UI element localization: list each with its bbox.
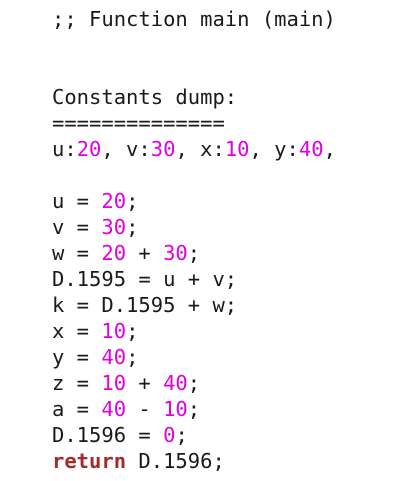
numeric-literal: 40: [101, 397, 127, 421]
code-line: D.1595 = u + v;: [52, 266, 336, 292]
code-token: w =: [52, 241, 102, 265]
code-token: +: [126, 241, 164, 265]
numeric-literal: 40: [298, 137, 324, 161]
code-line: return D.1596;: [52, 448, 336, 474]
numeric-literal: 40: [101, 345, 127, 369]
code-token: ;: [187, 241, 201, 265]
code-line: u = 20;: [52, 188, 336, 214]
code-line: a = 40 - 10;: [52, 396, 336, 422]
code-token: ;: [175, 423, 188, 447]
code-token: ;: [126, 215, 139, 239]
code-line: v = 30;: [52, 214, 336, 240]
code-token: y =: [52, 345, 102, 369]
code-token: +: [126, 371, 164, 395]
code-token: ,: [323, 137, 336, 161]
code-line: x = 10;: [52, 318, 336, 344]
code-token: u =: [52, 189, 102, 213]
code-line: ;; Function main (main): [52, 6, 336, 32]
numeric-literal: 30: [163, 241, 188, 265]
numeric-literal: 30: [150, 137, 176, 161]
code-token: ==============: [52, 111, 225, 135]
numeric-literal: 10: [101, 319, 127, 343]
code-line: D.1596 = 0;: [52, 422, 336, 448]
numeric-literal: 0: [163, 423, 176, 447]
code-token: , y:: [249, 137, 299, 161]
code-token: ;: [126, 345, 139, 369]
code-token: -: [126, 397, 164, 421]
code-line: Constants dump:: [52, 84, 336, 110]
code-token: D.1596 =: [52, 423, 164, 447]
numeric-literal: 30: [101, 215, 127, 239]
numeric-literal: 20: [76, 137, 102, 161]
code-token: ;: [187, 371, 201, 395]
code-token: x =: [52, 319, 102, 343]
numeric-literal: 10: [163, 397, 188, 421]
code-token: ;; Function main (main): [52, 7, 336, 31]
code-token: D.1596;: [126, 449, 225, 473]
code-dump-view: ;; Function main (main) Constants dump: =…: [52, 6, 336, 474]
code-line: w = 20 + 30;: [52, 240, 336, 266]
numeric-literal: 10: [101, 371, 127, 395]
code-token: ;: [126, 189, 139, 213]
code-line: y = 40;: [52, 344, 336, 370]
code-line: z = 10 + 40;: [52, 370, 336, 396]
code-token: v =: [52, 215, 102, 239]
code-token: k = D.1595 + w;: [52, 293, 238, 317]
keyword-token: return: [52, 449, 127, 473]
code-token: , v:: [101, 137, 151, 161]
code-token: , x:: [175, 137, 225, 161]
code-line: u:20, v:30, x:10, y:40,: [52, 136, 336, 162]
code-token: D.1595 = u + v;: [52, 267, 238, 291]
code-token: z =: [52, 371, 102, 395]
numeric-literal: 40: [163, 371, 188, 395]
numeric-literal: 20: [101, 241, 127, 265]
code-token: a =: [52, 397, 102, 421]
code-line: k = D.1595 + w;: [52, 292, 336, 318]
code-token: u:: [52, 137, 77, 161]
numeric-literal: 20: [101, 189, 127, 213]
code-line: ==============: [52, 110, 336, 136]
code-token: ;: [187, 397, 201, 421]
code-token: ;: [126, 319, 139, 343]
numeric-literal: 10: [224, 137, 250, 161]
code-token: Constants dump:: [52, 85, 238, 109]
